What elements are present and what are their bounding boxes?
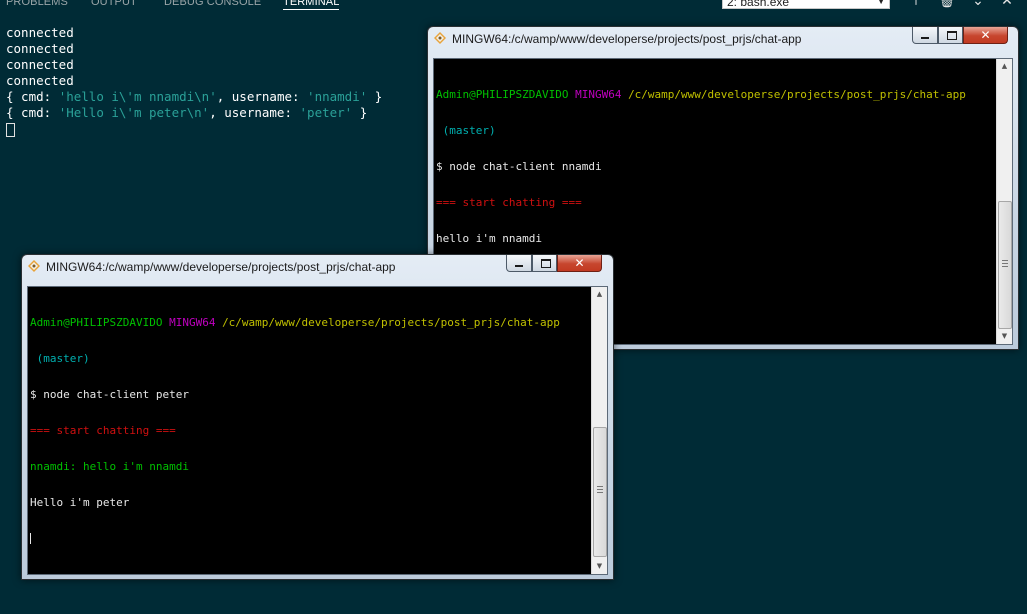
prompt-env: MINGW64	[575, 88, 622, 101]
close-button[interactable]: ✕	[557, 255, 602, 272]
scroll-thumb[interactable]	[593, 427, 607, 557]
window-title: MINGW64:/c/wamp/www/developerse/projects…	[452, 32, 802, 46]
scroll-down-icon[interactable]: ▼	[592, 559, 607, 574]
object-open: { cmd:	[6, 105, 59, 120]
prompt-line: Admin@PHILIPSZDAVIDO MINGW64 /c/wamp/www…	[30, 317, 560, 329]
terminal-cursor	[6, 123, 15, 137]
chat-banner: === start chatting ===	[436, 196, 582, 209]
object-close: }	[352, 105, 368, 120]
command-line: $ node chat-client peter	[30, 388, 189, 401]
prompt-branch: (master)	[436, 124, 496, 137]
chat-own-message: Hello i'm peter	[30, 496, 130, 509]
mintty-window-peter[interactable]: MINGW64:/c/wamp/www/developerse/projects…	[21, 254, 614, 580]
terminal-object-line: { cmd: 'Hello i\'m peter\n', username: '…	[6, 105, 416, 121]
chevron-down-icon: ▼	[877, 0, 885, 6]
terminal-area[interactable]: Admin@PHILIPSZDAVIDO MINGW64 /c/wamp/www…	[27, 286, 608, 575]
terminal-line: connected	[6, 25, 74, 40]
username-value: 'nnamdi'	[307, 89, 368, 104]
scroll-up-icon[interactable]: ▲	[592, 287, 607, 302]
tab-problems[interactable]: PROBLEMS	[6, 0, 68, 9]
grip-line	[597, 492, 603, 493]
minimize-icon	[921, 37, 929, 39]
prompt-line: Admin@PHILIPSZDAVIDO MINGW64 /c/wamp/www…	[436, 89, 966, 101]
terminal-line: connected	[6, 41, 74, 56]
text-cursor	[30, 533, 31, 544]
scroll-thumb[interactable]	[998, 201, 1012, 329]
trash-icon[interactable]: 🗑	[938, 0, 956, 10]
terminal-line: connected	[6, 57, 74, 72]
username-value: 'peter'	[299, 105, 353, 120]
grip-line	[1002, 266, 1008, 267]
grip-line	[597, 489, 603, 490]
terminal-line: connected	[6, 73, 74, 88]
terminal-select[interactable]: 2: bash.exe ▼	[722, 0, 890, 9]
chevron-down-icon[interactable]: ⌄	[970, 0, 986, 10]
terminal-output: Admin@PHILIPSZDAVIDO MINGW64 /c/wamp/www…	[30, 293, 560, 569]
integrated-terminal[interactable]: connected connected connected connected …	[6, 25, 416, 145]
terminal-select-value: 2: bash.exe	[727, 0, 790, 9]
chat-incoming-message: nnamdi: hello i'm nnamdi	[30, 460, 189, 473]
command-line: $ node chat-client nnamdi	[436, 160, 602, 173]
object-close: }	[367, 89, 383, 104]
terminal-cursor-line	[6, 121, 416, 137]
prompt-user: Admin@PHILIPSZDAVIDO	[30, 316, 163, 329]
panel-tab-bar: PROBLEMS OUTPUT DEBUG CONSOLE TERMINAL 2…	[0, 0, 1027, 11]
terminal-object-line: { cmd: 'hello i\'m nnamdi\n', username: …	[6, 89, 416, 105]
object-open: { cmd:	[6, 89, 59, 104]
vertical-scrollbar[interactable]: ▲ ▼	[591, 287, 607, 574]
prompt-path: /c/wamp/www/developerse/projects/post_pr…	[222, 316, 560, 329]
maximize-button[interactable]	[938, 27, 963, 44]
close-icon: ✕	[980, 28, 991, 42]
chat-banner: === start chatting ===	[30, 424, 176, 437]
minimize-button[interactable]	[912, 27, 938, 44]
close-icon[interactable]: ✕	[999, 0, 1015, 10]
tab-terminal[interactable]: TERMINAL	[283, 0, 340, 10]
grip-line	[1002, 260, 1008, 261]
minimize-button[interactable]	[506, 255, 532, 272]
scroll-down-icon[interactable]: ▼	[997, 329, 1012, 344]
tab-output[interactable]: OUTPUT	[91, 0, 137, 9]
maximize-icon	[947, 31, 957, 40]
vertical-scrollbar[interactable]: ▲ ▼	[996, 59, 1012, 344]
grip-line	[1002, 263, 1008, 264]
tab-debug-console[interactable]: DEBUG CONSOLE	[164, 0, 261, 9]
git-diamond-icon	[28, 260, 40, 272]
close-button[interactable]: ✕	[963, 27, 1008, 44]
minimize-icon	[515, 265, 523, 267]
window-title: MINGW64:/c/wamp/www/developerse/projects…	[46, 260, 396, 274]
close-icon: ✕	[574, 256, 585, 270]
cursor-line	[30, 533, 560, 545]
chat-own-message: hello i'm nnamdi	[436, 232, 542, 245]
object-mid: , username:	[209, 105, 300, 120]
prompt-branch: (master)	[30, 352, 90, 365]
prompt-path: /c/wamp/www/developerse/projects/post_pr…	[628, 88, 966, 101]
prompt-user: Admin@PHILIPSZDAVIDO	[436, 88, 569, 101]
maximize-icon	[541, 259, 551, 268]
cmd-value: 'hello i\'m nnamdi\n'	[58, 89, 217, 104]
grip-line	[597, 486, 603, 487]
prompt-env: MINGW64	[169, 316, 216, 329]
plus-icon[interactable]: ＋	[908, 0, 924, 10]
git-diamond-icon	[434, 32, 446, 44]
cmd-value: 'Hello i\'m peter\n'	[58, 105, 210, 120]
object-mid: , username:	[216, 89, 308, 104]
maximize-button[interactable]	[532, 255, 557, 272]
scroll-up-icon[interactable]: ▲	[997, 59, 1012, 74]
